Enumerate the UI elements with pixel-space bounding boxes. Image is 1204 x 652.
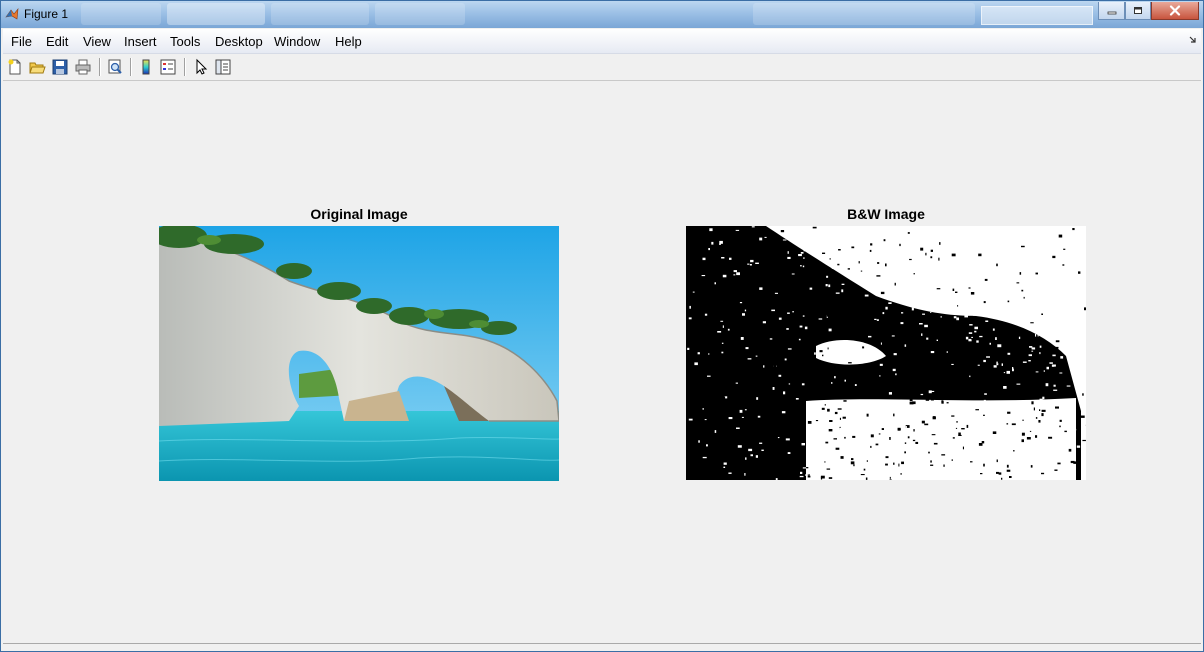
- title-bar: Figure 1: [1, 1, 1203, 28]
- taskbar-ghost: [167, 3, 265, 25]
- edit-plot-icon[interactable]: [192, 58, 210, 76]
- menu-tools[interactable]: Tools: [170, 34, 200, 49]
- menu-bar: File Edit View Insert Tools Desktop Wind…: [3, 29, 1201, 54]
- axes-title-original: Original Image: [310, 206, 408, 222]
- figure-canvas: Original Image B&W Image: [3, 81, 1201, 644]
- figure-toolbar: [3, 54, 1201, 81]
- open-file-icon[interactable]: [28, 58, 46, 76]
- toolbar-separator: [130, 58, 132, 76]
- minimize-button[interactable]: [1098, 2, 1125, 20]
- menu-desktop[interactable]: Desktop: [215, 34, 263, 49]
- figure-window: Figure 1 File Edit View Insert Tools Des…: [0, 0, 1204, 652]
- show-plot-tools-icon[interactable]: [214, 58, 232, 76]
- original-image: [159, 226, 559, 481]
- restore-icon: [1134, 7, 1142, 14]
- minimize-icon: [1107, 11, 1116, 14]
- maximize-button[interactable]: [1125, 2, 1151, 20]
- toolbar-separator: [99, 58, 101, 76]
- taskbar-ghost: [271, 3, 369, 25]
- toolbar-separator: [184, 58, 186, 76]
- menu-help[interactable]: Help: [335, 34, 362, 49]
- matlab-logo-icon: [5, 8, 19, 20]
- new-figure-icon[interactable]: [6, 58, 24, 76]
- menu-window[interactable]: Window: [274, 34, 320, 49]
- taskbar-ghost: [753, 3, 975, 25]
- menu-insert[interactable]: Insert: [124, 34, 157, 49]
- menu-edit[interactable]: Edit: [46, 34, 68, 49]
- close-icon: [1169, 5, 1181, 16]
- save-icon[interactable]: [51, 58, 69, 76]
- menu-file[interactable]: File: [11, 34, 32, 49]
- print-icon[interactable]: [74, 58, 92, 76]
- bw-image: [686, 226, 1086, 480]
- search-box-ghost: [981, 6, 1093, 25]
- close-button[interactable]: [1151, 2, 1199, 20]
- axes-title-bw: B&W Image: [847, 206, 925, 222]
- taskbar-ghost: [375, 3, 465, 25]
- insert-colorbar-icon[interactable]: [137, 58, 155, 76]
- print-preview-icon[interactable]: [106, 58, 124, 76]
- dock-figure-icon[interactable]: [1189, 36, 1197, 44]
- window-title: Figure 1: [24, 7, 69, 21]
- insert-legend-icon[interactable]: [159, 58, 177, 76]
- menu-view[interactable]: View: [83, 34, 111, 49]
- taskbar-ghost: [81, 3, 161, 25]
